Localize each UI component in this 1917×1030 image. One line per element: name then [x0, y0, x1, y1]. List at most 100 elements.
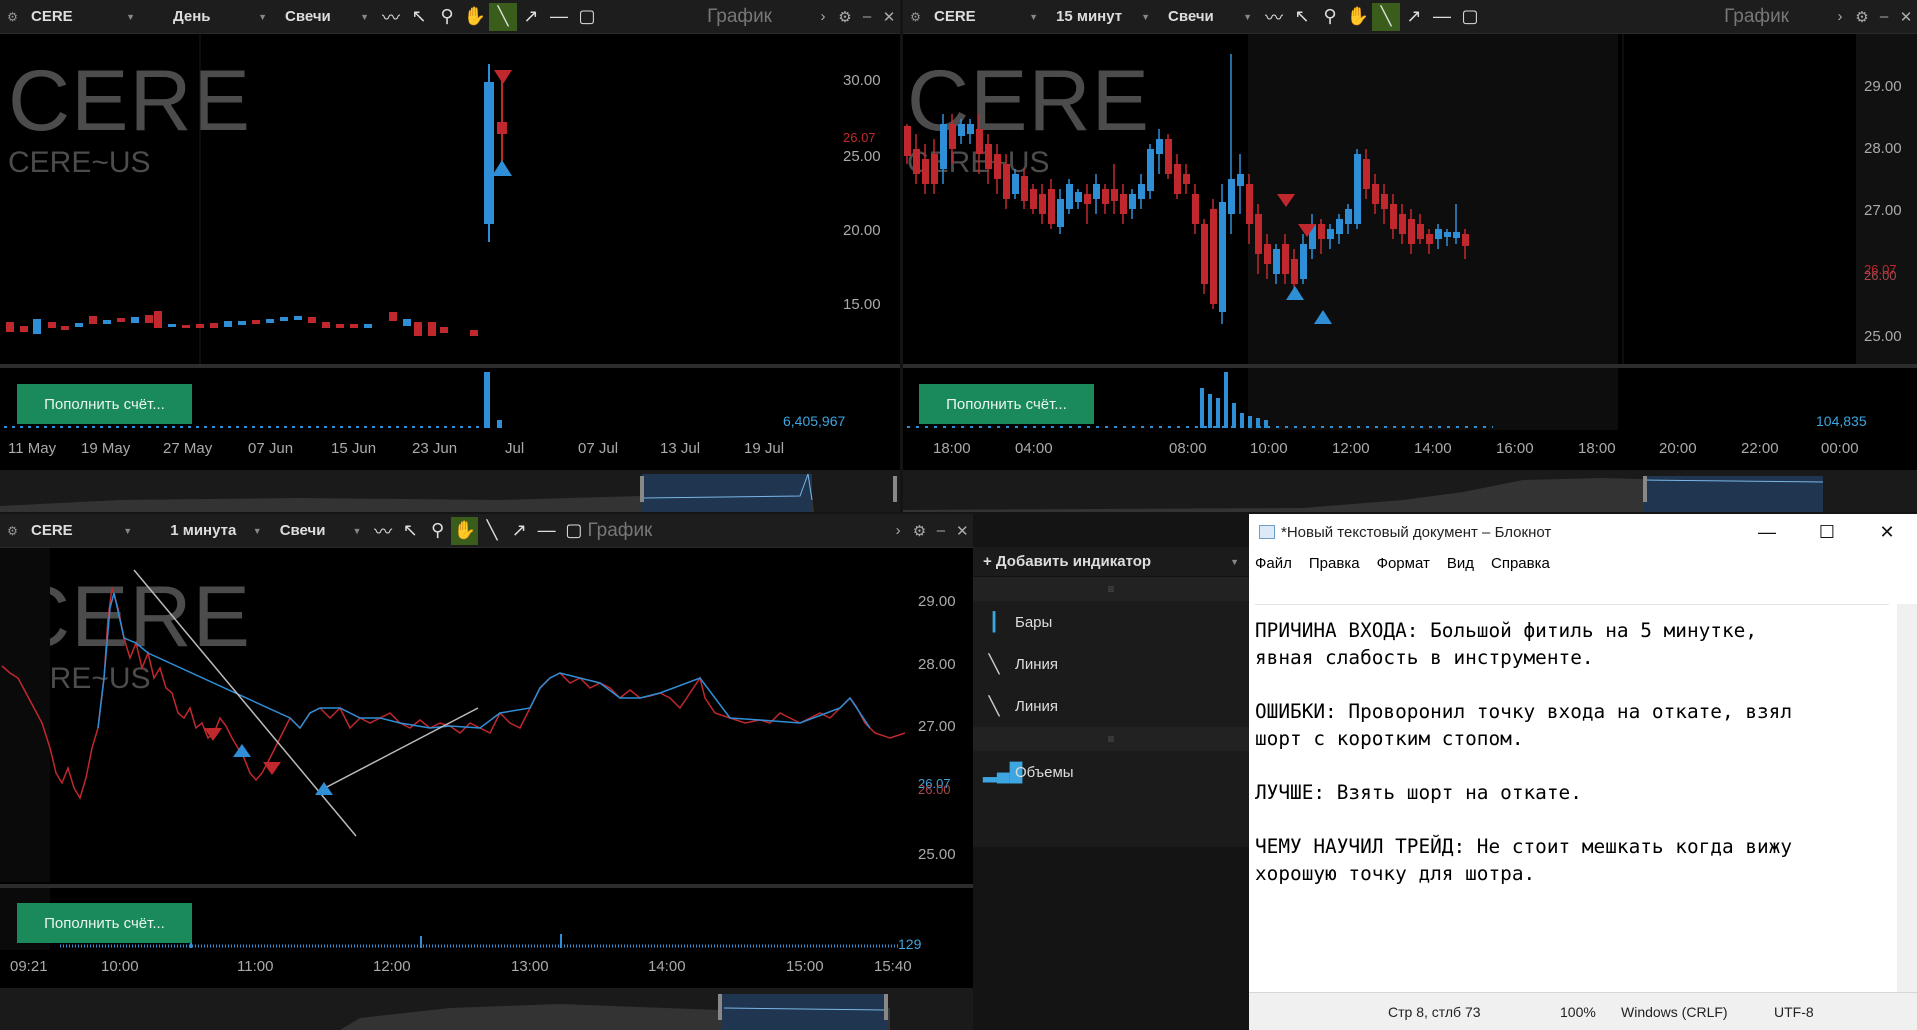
time-axis-label: 14:00	[1414, 440, 1452, 457]
arrow-icon[interactable]: ↗	[517, 3, 545, 31]
window-title: *Новый текстовый документ – Блокнот	[1281, 523, 1552, 541]
indicator-panel: + Добавить индикатор ▼ ≡ ┃ Бары ╲ Линия ╲ Ли…	[973, 547, 1249, 847]
menu-view[interactable]: Вид	[1447, 555, 1474, 572]
navigator-scrollbar[interactable]	[903, 470, 1917, 512]
time-axis-label: 22:00	[1741, 440, 1779, 457]
chevron-down-icon: ▼	[1029, 11, 1038, 22]
indicator-item-line[interactable]: ╲ Линия	[973, 643, 1249, 685]
zoom-icon[interactable]: ⚲	[424, 517, 451, 545]
menu-help[interactable]: Справка	[1491, 555, 1550, 572]
time-axis-label: 11:00	[237, 958, 274, 975]
symbol-select[interactable]: CERE ▼	[23, 4, 143, 30]
buy-marker-icon	[1286, 286, 1304, 300]
drag-handle-icon[interactable]: ≡	[973, 727, 1249, 751]
gear-icon[interactable]: ⚙	[909, 522, 930, 540]
cursor-icon[interactable]: ↖	[405, 3, 433, 31]
chart-type-select[interactable]: Свечи ▼	[277, 4, 377, 30]
period-select[interactable]: День ▼	[165, 4, 275, 30]
price-line-up	[97, 592, 871, 730]
hline-icon[interactable]: —	[545, 3, 573, 31]
gear-icon[interactable]: ⚙	[1851, 8, 1873, 26]
trendline-icon[interactable]: ╲	[489, 2, 517, 31]
hline-icon[interactable]: —	[1428, 3, 1456, 31]
symbol-select[interactable]: CERE ▼	[23, 518, 140, 544]
period-select[interactable]: 15 минут ▼	[1048, 4, 1158, 30]
indicator-item-bars[interactable]: ┃ Бары	[973, 601, 1249, 643]
sell-marker-icon	[1277, 194, 1295, 207]
price-chart[interactable]	[0, 548, 973, 882]
close-icon[interactable]: ✕	[878, 8, 900, 26]
cursor-icon[interactable]: ↖	[397, 517, 424, 545]
drag-handle-icon[interactable]: ≡	[973, 577, 1249, 601]
chart-type-select[interactable]: Свечи ▼	[1160, 4, 1260, 30]
time-axis-label: 19 Jul	[744, 440, 785, 457]
settings-dot-icon[interactable]: ⚙	[910, 10, 921, 24]
time-axis-label: 15:00	[786, 958, 824, 975]
arrow-icon[interactable]: ↗	[506, 517, 533, 545]
settings-dot-icon[interactable]: ⚙	[7, 10, 18, 24]
hand-icon[interactable]: ✋	[451, 516, 479, 545]
indicator-item-volume[interactable]: ▂▄█ Объемы	[973, 751, 1249, 793]
time-axis-label: 18:00	[1578, 440, 1616, 457]
text-editor[interactable]: ПРИЧИНА ВХОДА: Большой фитиль на 5 минут…	[1255, 604, 1889, 992]
chart-toolbar: ⚙ CERE ▼ 15 минут ▼ Свечи ▼ 〰 ↖ ⚲ ✋ ╲ ↗ — ▢…	[903, 0, 1917, 34]
hline-icon[interactable]: —	[533, 517, 560, 545]
trendline-icon[interactable]: ╲	[1372, 2, 1400, 31]
arrow-icon[interactable]: ↗	[1400, 3, 1428, 31]
minimize-icon[interactable]: –	[930, 522, 951, 539]
compare-icon[interactable]: 〰	[377, 3, 405, 31]
trend-line-down[interactable]	[133, 569, 357, 837]
close-icon[interactable]: ✕	[952, 522, 973, 540]
volume-label: 104,835	[1816, 413, 1867, 429]
minimize-icon[interactable]: –	[856, 8, 878, 25]
compare-icon[interactable]: 〰	[1260, 3, 1288, 31]
time-axis-label: 23 Jun	[412, 440, 458, 457]
symbol-select[interactable]: CERE ▼	[926, 4, 1046, 30]
price-chart[interactable]	[903, 34, 1917, 364]
hand-icon[interactable]: ✋	[461, 3, 489, 31]
encoding: UTF-8	[1774, 1004, 1814, 1020]
zoom-icon[interactable]: ⚲	[1316, 3, 1344, 31]
price-chart[interactable]	[0, 34, 900, 364]
deposit-button[interactable]: Пополнить счёт...	[17, 903, 192, 943]
chart-window-daily: ⚙ CERE ▼ День ▼ Свечи ▼ 〰 ↖ ⚲ ✋ ╲ ↗ — ▢ Гра…	[0, 0, 900, 512]
add-indicator-button[interactable]: + Добавить индикатор ▼	[973, 547, 1249, 577]
notepad-titlebar[interactable]: *Новый текстовый документ – Блокнот — ☐ …	[1249, 514, 1917, 550]
chart-window-15min: ⚙ CERE ▼ 15 минут ▼ Свечи ▼ 〰 ↖ ⚲ ✋ ╲ ↗ — ▢…	[903, 0, 1917, 512]
rectangle-icon[interactable]: ▢	[573, 3, 601, 31]
hand-icon[interactable]: ✋	[1344, 3, 1372, 31]
time-axis-label: 15 Jun	[331, 440, 377, 457]
line-icon: ╲	[988, 653, 1000, 674]
menu-format[interactable]: Формат	[1377, 555, 1430, 572]
period-select[interactable]: 1 минута ▼	[162, 518, 269, 544]
deposit-button[interactable]: Пополнить счёт...	[17, 384, 192, 424]
navigator-scrollbar[interactable]	[0, 988, 973, 1030]
close-icon[interactable]: ✕	[1857, 522, 1917, 543]
deposit-button[interactable]: Пополнить счёт...	[919, 384, 1094, 424]
indicator-item-line[interactable]: ╲ Линия	[973, 685, 1249, 727]
close-icon[interactable]: ✕	[1895, 8, 1917, 26]
chevron-down-icon: ▼	[352, 525, 362, 536]
minimize-icon[interactable]: —	[1737, 522, 1797, 543]
menu-file[interactable]: Файл	[1255, 555, 1292, 572]
time-axis-label: 12:00	[373, 958, 411, 975]
vertical-scrollbar[interactable]	[1897, 604, 1917, 992]
navigator-scrollbar[interactable]	[0, 470, 900, 512]
time-axis-label: 12:00	[1332, 440, 1370, 457]
trendline-icon[interactable]: ╲	[478, 517, 505, 545]
rectangle-icon[interactable]: ▢	[560, 517, 587, 545]
chevron-right-icon[interactable]: ›	[887, 522, 908, 539]
gear-icon[interactable]: ⚙	[834, 8, 856, 26]
menu-edit[interactable]: Правка	[1309, 555, 1360, 572]
minimize-icon[interactable]: –	[1873, 8, 1895, 25]
zoom-icon[interactable]: ⚲	[433, 3, 461, 31]
time-axis-label: 19 May	[81, 440, 131, 457]
cursor-icon[interactable]: ↖	[1288, 3, 1316, 31]
rectangle-icon[interactable]: ▢	[1456, 3, 1484, 31]
chevron-right-icon[interactable]: ›	[1829, 8, 1851, 25]
maximize-icon[interactable]: ☐	[1797, 522, 1857, 543]
chevron-right-icon[interactable]: ›	[812, 8, 834, 25]
chart-type-select[interactable]: Свечи ▼	[272, 518, 370, 544]
settings-dot-icon[interactable]: ⚙	[7, 524, 18, 538]
compare-icon[interactable]: 〰	[369, 517, 396, 545]
